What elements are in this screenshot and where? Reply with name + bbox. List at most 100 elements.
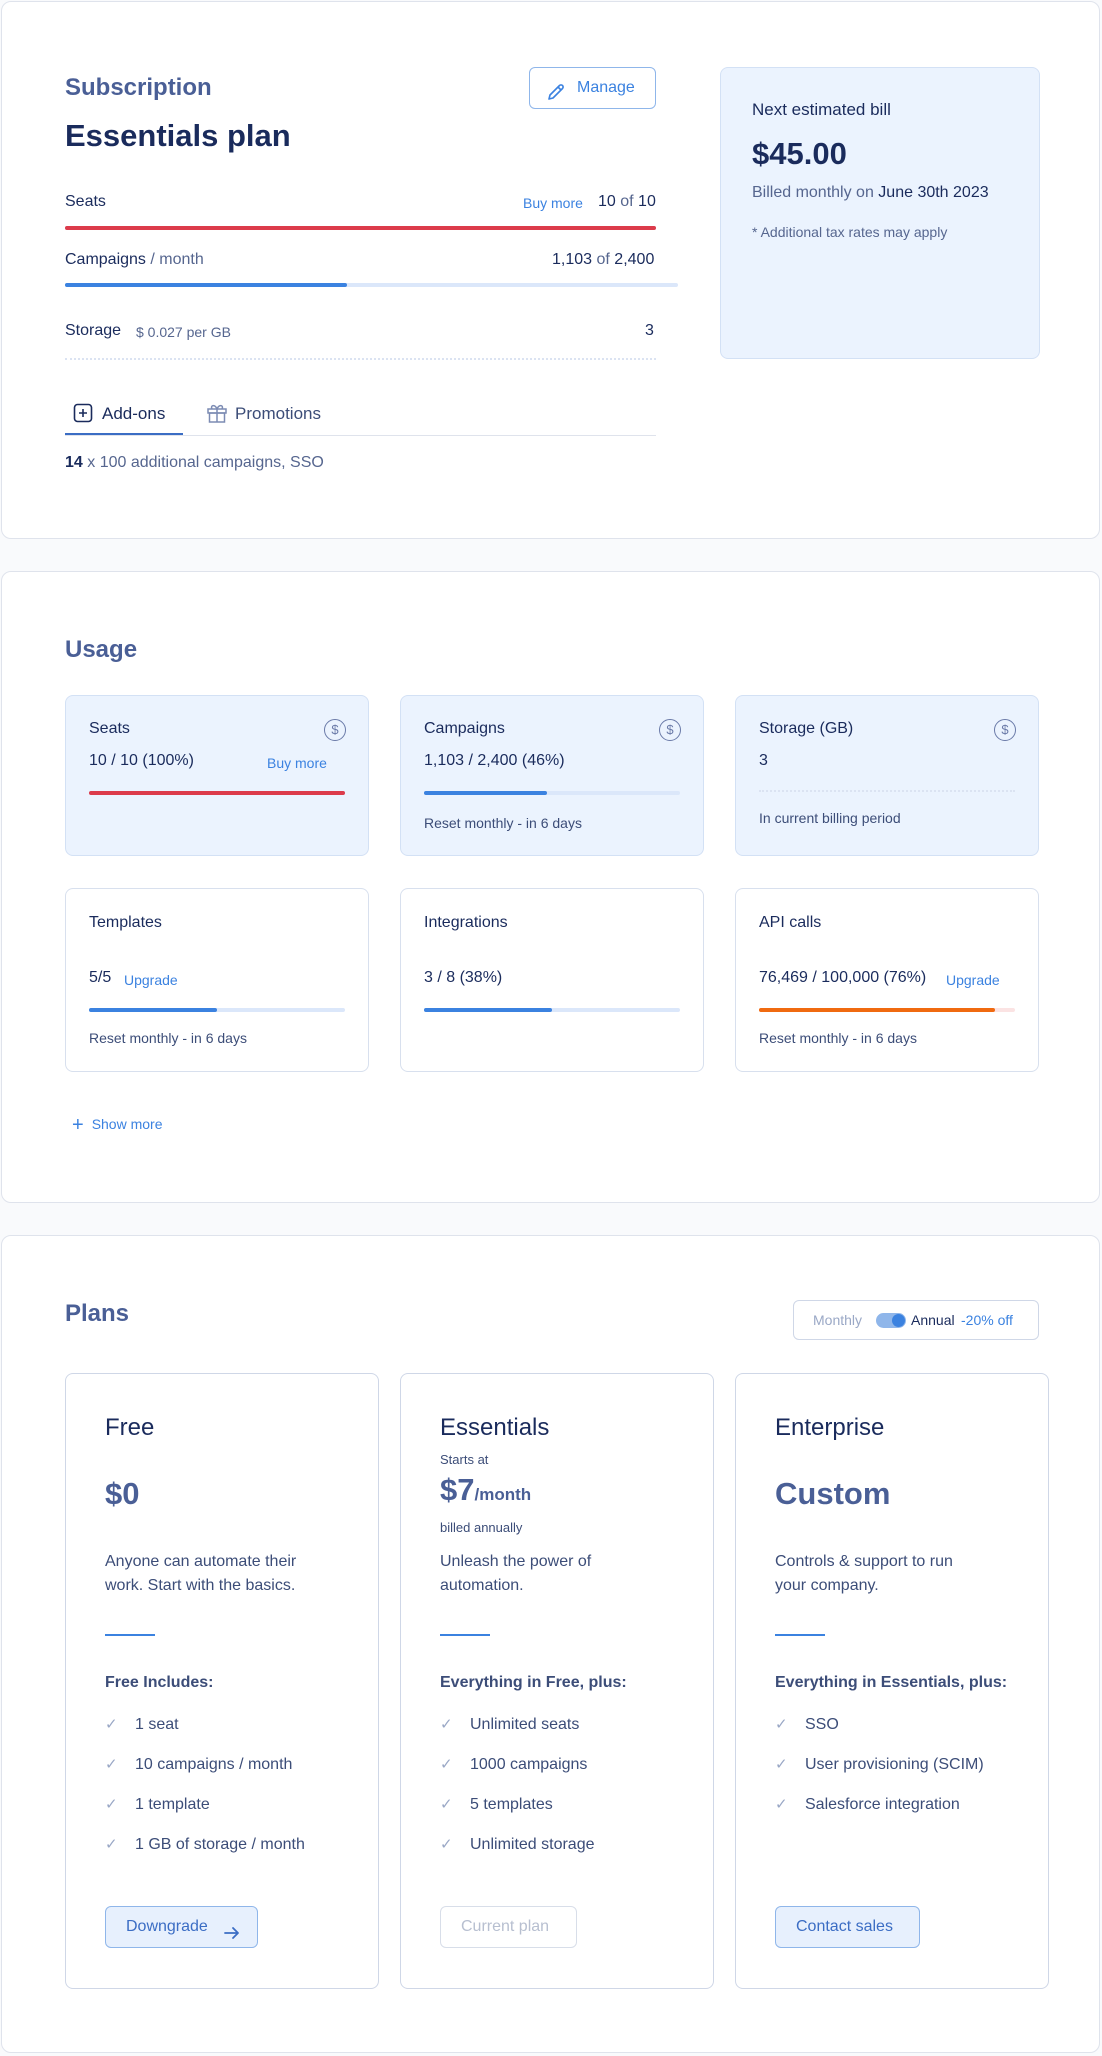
plan-feature-label: 1 GB of storage / month [135,1836,305,1853]
toggle-knob [892,1314,905,1327]
tab-promotions-label: Promotions [235,404,321,423]
plan-name: Essentials [440,1414,550,1441]
plan-feature: ✓ Unlimited storage [440,1835,595,1854]
toggle-discount-label: -20% off [961,1312,1013,1328]
subscription-panel: Subscription Essentials plan Manage Seat… [1,1,1100,539]
usage-card-title: Storage (GB) [759,720,854,737]
usage-seats-progress-bar [89,791,345,795]
tab-promotions[interactable]: Promotions [206,402,336,435]
plans-panel: Plans Monthly Annual -20% off Free $0 An… [1,1235,1100,2053]
plan-feature: ✓ 1 seat [105,1715,179,1734]
seats-buy-more-link[interactable]: Buy more [523,195,583,211]
usage-seats-buy-more-link[interactable]: Buy more [267,755,327,771]
usage-card-value: 76,469 / 100,000 (76%) [759,969,927,986]
addons-text: x 100 additional campaigns, SSO [82,454,324,471]
bill-amount: $45.00 [752,136,847,171]
plan-feature: ✓ SSO [775,1715,839,1734]
plan-price-unit: /month [474,1485,532,1504]
usage-campaigns-progress-fill [424,791,547,795]
check-icon: ✓ [440,1836,453,1853]
check-icon: ✓ [775,1716,788,1733]
campaigns-per-month: / month [145,251,204,268]
check-icon: ✓ [440,1796,453,1813]
usage-integrations-progress-bar [424,1008,680,1012]
usage-card-title: Integrations [424,914,508,931]
next-bill-card: Next estimated bill $45.00 Billed monthl… [720,67,1040,359]
contact-sales-button[interactable]: Contact sales [775,1906,920,1948]
campaigns-label-text: Campaigns [65,251,146,268]
manage-button[interactable]: Manage [529,67,656,109]
plan-feature: ✓ 1 template [105,1795,210,1814]
dollar-circle-icon: $ [659,719,681,741]
storage-value: 3 [645,322,654,339]
plan-feature-label: 10 campaigns / month [135,1756,293,1773]
plan-feature-label: SSO [805,1716,839,1733]
campaigns-progress-fill [65,283,347,287]
check-icon: ✓ [775,1796,788,1813]
usage-campaigns-progress-bar [424,791,680,795]
usage-card-value: 3 [759,752,768,769]
bill-billed-date: June 30th 2023 [878,184,989,201]
tabs-divider [65,435,656,436]
usage-card-seats: Seats $ 10 / 10 (100%) Buy more [65,695,369,856]
plan-price-line: $7/month [440,1472,531,1508]
check-icon: ✓ [105,1716,118,1733]
plan-name: Enterprise [775,1414,885,1441]
usage-storage-divider [759,790,1015,792]
show-more-button[interactable]: + Show more [72,1112,163,1136]
check-icon: ✓ [440,1756,453,1773]
usage-card-templates: Templates 5/5 Upgrade Reset monthly - in… [65,888,369,1072]
section-title-usage: Usage [65,636,138,663]
campaigns-total: 2,400 [614,251,655,268]
dollar-circle-icon: $ [324,719,346,741]
toggle-monthly-label: Monthly [813,1312,863,1328]
usage-card-note: In current billing period [759,810,901,826]
usage-api-progress-fill [759,1008,995,1012]
usage-templates-upgrade-link[interactable]: Upgrade [124,972,178,988]
billing-toggle[interactable]: Monthly Annual -20% off [793,1300,1039,1340]
toggle-annual-label: Annual [911,1312,955,1328]
plan-feature: ✓ User provisioning (SCIM) [775,1755,984,1774]
seats-progress-fill [65,226,656,230]
bill-billed-prefix: Billed monthly on [752,184,879,201]
plan-card-enterprise: Enterprise Custom Controls & support to … [735,1373,1049,1989]
usage-api-upgrade-link[interactable]: Upgrade [946,972,1000,988]
gift-icon [206,403,228,428]
show-more-label: Show more [91,1116,163,1132]
tab-add-ons[interactable]: Add-ons [65,402,183,435]
plan-price: $7 [440,1472,475,1507]
plus-icon: + [72,1114,84,1136]
check-icon: ✓ [440,1716,453,1733]
usage-api-progress-bar [759,1008,1015,1012]
usage-templates-progress-bar [89,1008,345,1012]
addons-count: 14 [65,454,83,471]
seats-label: Seats [65,193,106,210]
usage-card-campaigns: Campaigns $ 1,103 / 2,400 (46%) Reset mo… [400,695,704,856]
plan-description: Anyone can automate their work. Start wi… [105,1553,297,1594]
plan-billing-note: billed annually [440,1520,523,1535]
usage-card-note: Reset monthly - in 6 days [89,1030,247,1046]
downgrade-button[interactable]: Downgrade [105,1906,258,1948]
plan-feature-label: 1000 campaigns [470,1756,588,1773]
addons-summary: 14 x 100 additional campaigns, SSO [65,454,324,472]
usage-card-note: Reset monthly - in 6 days [424,815,582,831]
plan-feature-label: Salesforce integration [805,1796,960,1813]
check-icon: ✓ [105,1796,118,1813]
usage-card-api-calls: API calls 76,469 / 100,000 (76%) Upgrade… [735,888,1039,1072]
toggle-switch[interactable] [876,1313,906,1328]
usage-card-title: API calls [759,914,822,931]
plan-description: Controls & support to run your company. [775,1553,953,1594]
usage-card-note: Reset monthly - in 6 days [759,1030,917,1046]
usage-card-title: Templates [89,914,162,931]
plan-description: Unleash the power of automation. [440,1553,592,1594]
section-title-subscription: Subscription [65,74,212,101]
plan-divider [440,1634,490,1636]
manage-label: Manage [577,79,635,96]
current-plan-button[interactable]: Current plan [440,1906,577,1948]
plan-feature-label: 1 template [135,1796,210,1813]
usage-card-value: 3 / 8 (38%) [424,969,503,986]
plan-feature: ✓ 10 campaigns / month [105,1755,292,1774]
plan-feature: ✓ 1 GB of storage / month [105,1835,305,1854]
plan-card-free: Free $0 Anyone can automate their work. … [65,1373,379,1989]
storage-rate: $ 0.027 per GB [136,324,231,340]
